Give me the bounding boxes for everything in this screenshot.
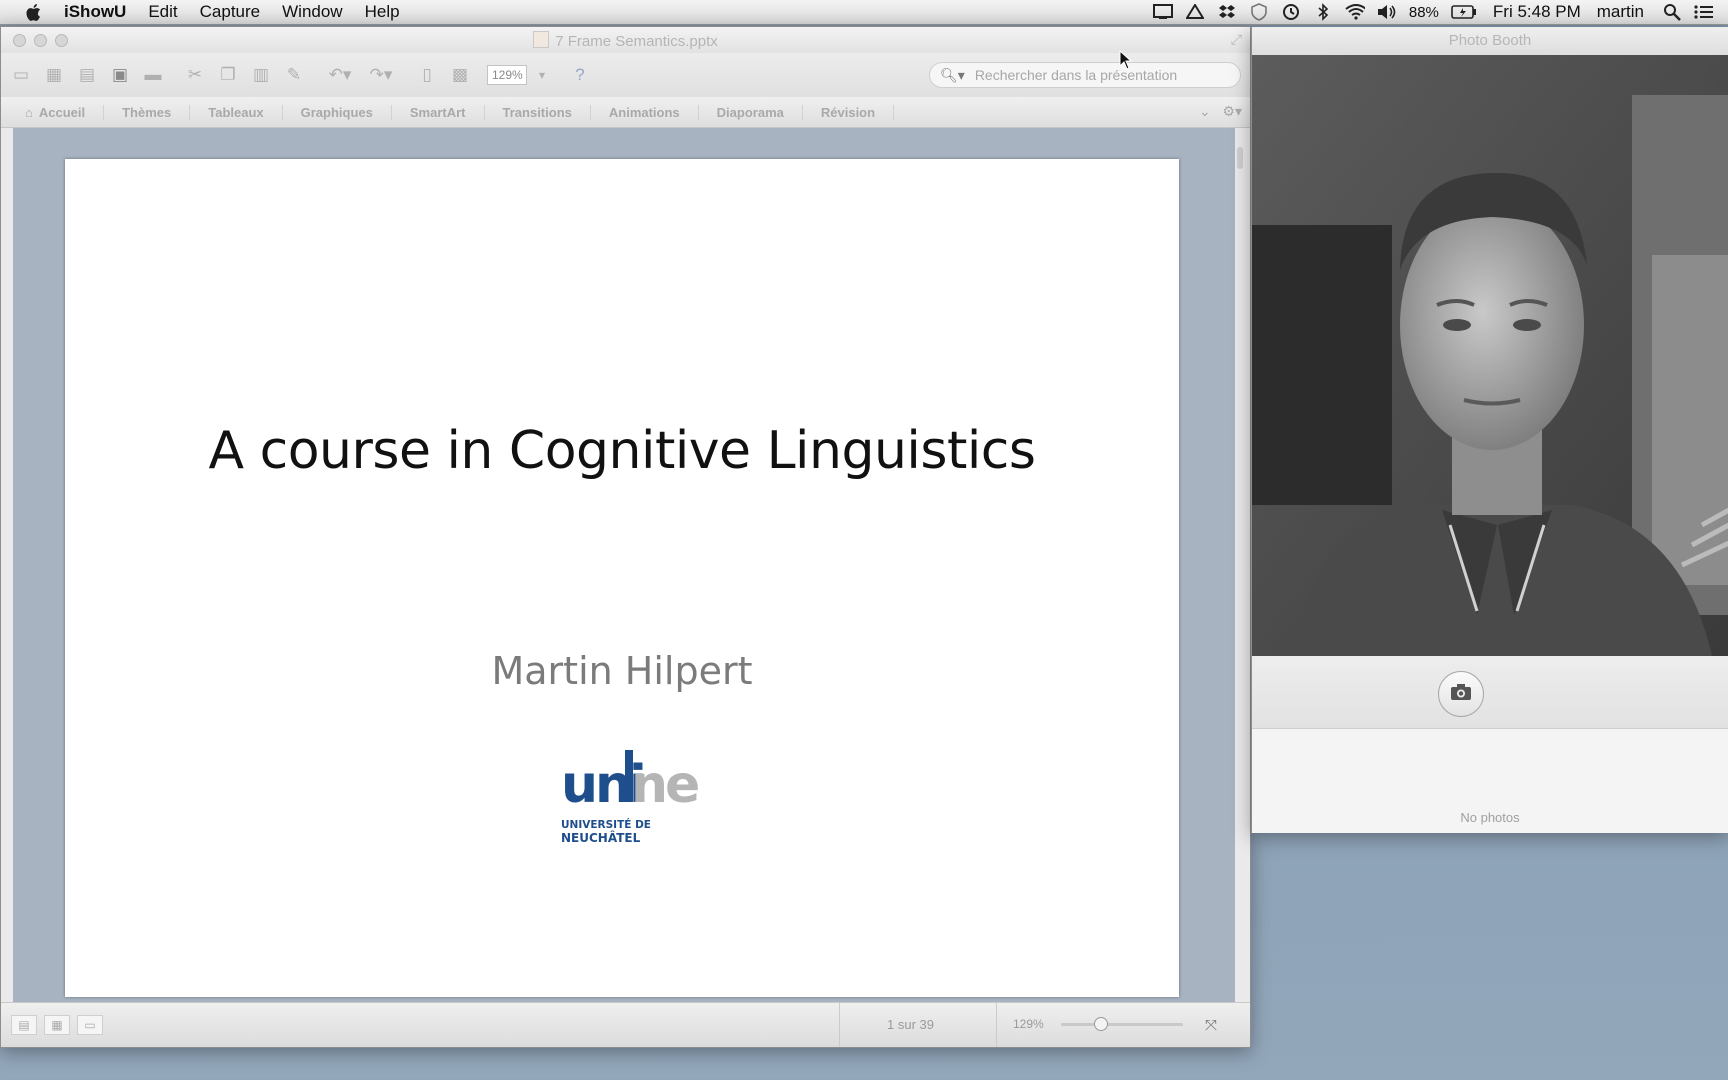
- tab-animations[interactable]: Animations: [591, 104, 699, 120]
- menubar-clock[interactable]: Fri 5:48 PM: [1493, 2, 1581, 22]
- no-photos-label: No photos: [1460, 810, 1520, 825]
- wifi-icon[interactable]: [1345, 2, 1365, 22]
- ppt-status-bar: ▤ ▦ ▭ 1 sur 39 129% ⤧: [1, 1002, 1250, 1047]
- display-icon[interactable]: [1152, 2, 1173, 22]
- battery-percent[interactable]: 88%: [1409, 4, 1439, 21]
- media-icon[interactable]: ▩: [447, 63, 473, 87]
- tab-themes[interactable]: Thèmes: [104, 104, 191, 120]
- tab-tableaux[interactable]: Tableaux: [190, 104, 283, 120]
- shield-icon[interactable]: [1249, 2, 1269, 22]
- menu-edit[interactable]: Edit: [137, 2, 188, 22]
- slide-sorter-icon[interactable]: ▦: [44, 1015, 70, 1035]
- templates-icon[interactable]: ▦: [41, 63, 67, 87]
- zoom-field[interactable]: 129%: [487, 65, 527, 85]
- menu-bar: iShowU Edit Capture Window Help 88% Fri …: [0, 0, 1728, 25]
- new-icon[interactable]: ▭: [8, 63, 34, 87]
- ppt-title-text: 7 Frame Semantics.pptx: [555, 33, 718, 50]
- status-divider: [996, 1003, 997, 1047]
- menu-capture[interactable]: Capture: [189, 2, 271, 22]
- webcam-feed: [1252, 55, 1728, 656]
- cut-icon[interactable]: ✂: [182, 63, 208, 87]
- save-icon[interactable]: ▣: [107, 63, 133, 87]
- undo-icon[interactable]: ↶▾: [323, 63, 357, 87]
- scrollbar-thumb[interactable]: [1237, 147, 1243, 169]
- tab-revision[interactable]: Révision: [803, 104, 895, 120]
- pb-controls: [1252, 656, 1728, 729]
- menu-help[interactable]: Help: [354, 2, 411, 22]
- zoom-slider-knob[interactable]: [1094, 1017, 1108, 1031]
- format-painter-icon[interactable]: ✎: [281, 63, 307, 87]
- vertical-scrollbar[interactable]: [1234, 135, 1248, 1005]
- home-icon: ⌂: [25, 104, 33, 120]
- redo-icon[interactable]: ↷▾: [364, 63, 398, 87]
- paste-icon[interactable]: ▥: [248, 63, 274, 87]
- slide-author[interactable]: Martin Hilpert: [65, 649, 1179, 693]
- status-divider: [839, 1003, 840, 1047]
- tab-diaporama[interactable]: Diaporama: [699, 104, 803, 120]
- tab-transitions[interactable]: Transitions: [485, 104, 591, 120]
- time-machine-icon[interactable]: [1281, 2, 1301, 22]
- slide-count: 1 sur 39: [887, 1017, 934, 1032]
- ribbon-options-icon[interactable]: ⌄ ⚙▾: [1199, 103, 1242, 120]
- menubar-user[interactable]: martin: [1597, 2, 1644, 22]
- slideshow-view-icon[interactable]: ▭: [77, 1015, 103, 1035]
- list-icon[interactable]: [1694, 2, 1714, 22]
- powerpoint-window: 7 Frame Semantics.pptx ⤢ ▭ ▦ ▤ ▣ ▬ ✂ ❐ ▥…: [0, 26, 1251, 1048]
- normal-view-icon[interactable]: ▤: [11, 1015, 37, 1035]
- ribbon-tabs: ⌂ Accueil Thèmes Tableaux Graphiques Smar…: [1, 97, 1250, 128]
- pptx-document-icon: [533, 31, 550, 48]
- bluetooth-icon[interactable]: [1313, 2, 1333, 22]
- volume-icon[interactable]: [1377, 2, 1397, 22]
- tab-accueil[interactable]: ⌂ Accueil: [1, 104, 105, 120]
- fit-to-window-icon[interactable]: ⤧: [1200, 1015, 1222, 1035]
- ppt-toolbar: ▭ ▦ ▤ ▣ ▬ ✂ ❐ ▥ ✎ ↶▾ ↷▾ ▯ ▩ 129% ▾ ? 🔍︎▾…: [1, 53, 1250, 97]
- tab-smartart[interactable]: SmartArt: [392, 104, 485, 120]
- slide-canvas[interactable]: A course in Cognitive Linguistics Martin…: [13, 128, 1235, 1004]
- dropbox-icon[interactable]: [1217, 2, 1237, 22]
- slide-title[interactable]: A course in Cognitive Linguistics: [65, 421, 1179, 481]
- slide[interactable]: A course in Cognitive Linguistics Martin…: [65, 159, 1179, 997]
- svg-text:UNIVERSITÉ DE: UNIVERSITÉ DE: [561, 818, 651, 831]
- ppt-window-title: 7 Frame Semantics.pptx: [1, 31, 1250, 50]
- svg-text:ne: ne: [631, 755, 698, 815]
- menu-app-name[interactable]: iShowU: [64, 2, 137, 22]
- search-input[interactable]: 🔍︎▾ Rechercher dans la présentation: [929, 62, 1241, 88]
- open-icon[interactable]: ▤: [74, 63, 100, 87]
- copy-icon[interactable]: ❐: [215, 63, 241, 87]
- pb-title-bar[interactable]: Photo Booth: [1252, 27, 1728, 55]
- sidebar-toggle-icon[interactable]: ▯: [414, 63, 440, 87]
- svg-text:NEUCHÂTEL: NEUCHÂTEL: [561, 830, 641, 845]
- photo-booth-window: Photo Booth No photos: [1251, 27, 1728, 833]
- menu-window[interactable]: Window: [271, 2, 353, 22]
- drive-icon[interactable]: [1185, 2, 1205, 22]
- fullscreen-icon[interactable]: ⤢: [1231, 31, 1242, 48]
- ppt-title-bar[interactable]: 7 Frame Semantics.pptx ⤢: [1, 27, 1250, 53]
- tab-accueil-label: Accueil: [38, 104, 86, 120]
- print-icon[interactable]: ▬: [140, 63, 166, 87]
- unine-logo: uni ne UNIVERSITÉ DE NEUCHÂTEL: [561, 744, 711, 864]
- photo-tray: No photos: [1252, 729, 1728, 833]
- zoom-slider-track[interactable]: [1061, 1023, 1183, 1026]
- tab-graphiques[interactable]: Graphiques: [283, 104, 392, 120]
- battery-icon[interactable]: [1451, 2, 1477, 22]
- take-photo-button[interactable]: [1438, 671, 1484, 717]
- pb-window-title: Photo Booth: [1448, 32, 1532, 49]
- search-placeholder: Rechercher dans la présentation: [974, 67, 1178, 83]
- help-icon[interactable]: ?: [567, 63, 593, 87]
- search-icon: 🔍︎▾: [940, 66, 965, 83]
- zoom-dropdown-icon[interactable]: ▾: [529, 63, 555, 87]
- status-zoom: 129%: [1013, 1017, 1044, 1031]
- spotlight-icon[interactable]: [1662, 2, 1682, 22]
- mouse-cursor-icon: [1119, 49, 1133, 70]
- camera-icon: [1450, 683, 1472, 706]
- apple-icon[interactable]: [22, 1, 44, 23]
